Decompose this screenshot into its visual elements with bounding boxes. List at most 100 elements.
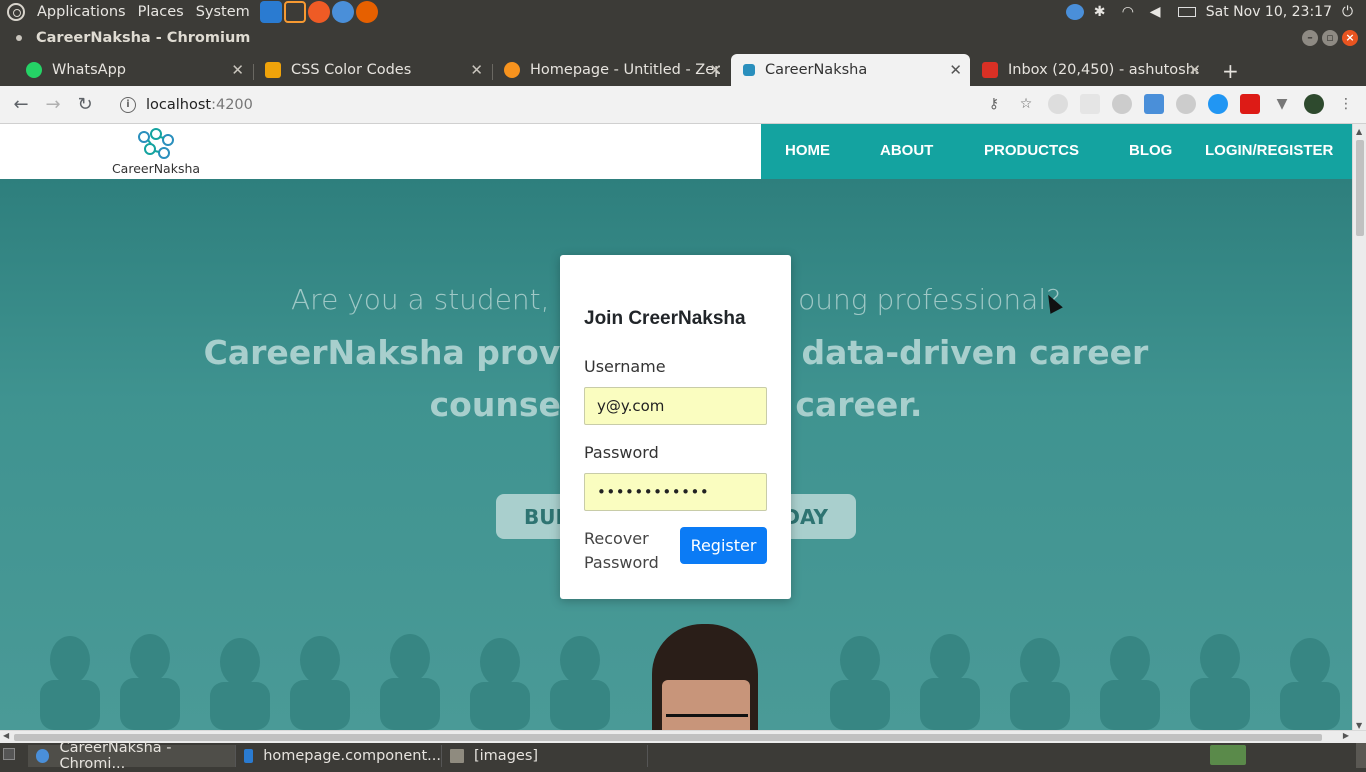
extension-globe-icon[interactable] [1112,94,1132,114]
vertical-scrollbar[interactable]: ▲ ▼ [1352,124,1366,730]
logo-network-icon [138,128,174,159]
toolbar-actions: ⚷ ☆ ▼ ⋮ [984,94,1356,114]
bluetooth-icon[interactable]: ✱ [1094,4,1112,20]
vscode-launcher-icon[interactable] [259,1,282,23]
register-button[interactable]: Register [680,527,767,564]
register-modal: Join CreerNaksha Username Password Recov… [560,255,791,599]
folder-task-icon [450,749,464,763]
recover-password-link[interactable]: Recover Password [584,527,674,575]
vertical-scroll-thumb[interactable] [1356,140,1364,236]
menu-applications[interactable]: Applications [31,4,132,20]
bookmark-star-icon[interactable]: ☆ [1016,94,1036,114]
password-input[interactable] [584,473,767,511]
taskbar-item-vscode[interactable]: homepage.component... [236,745,442,767]
chrome-menu-icon[interactable]: ⋮ [1336,94,1356,114]
tab-close-icon[interactable]: ✕ [709,61,722,79]
extension-react-icon[interactable] [1208,94,1228,114]
password-label: Password [584,443,659,462]
system-tray: ✱ ◠ ◀ Sat Nov 10, 23:17 ⏻ [1065,4,1366,20]
scroll-left-arrow-icon[interactable]: ◀ [3,731,9,740]
show-desktop-icon[interactable] [3,748,15,760]
taskbar-item-label: CareerNaksha - Chromi... [59,740,172,772]
extension-vue-icon[interactable]: ▼ [1272,94,1292,114]
tab-zeplin[interactable]: Homepage - Untitled - Zep ✕ [492,54,730,86]
maximize-button[interactable]: ▫ [1322,30,1338,46]
tab-label: Homepage - Untitled - Zep [530,62,720,78]
site-info-icon[interactable]: i [120,97,136,113]
tab-close-icon[interactable]: ✕ [1188,61,1201,79]
scroll-down-arrow-icon[interactable]: ▼ [1356,721,1362,730]
person-photo-glasses [666,714,748,726]
nav-blog[interactable]: BLOG [1129,142,1172,159]
nav-products[interactable]: PRODUCTCS [984,142,1079,159]
firefox-launcher-icon[interactable] [355,1,378,23]
tab-label: WhatsApp [52,62,126,78]
wifi-icon[interactable]: ◠ [1122,4,1140,20]
username-label: Username [584,357,666,376]
taskbar-item-images-folder[interactable]: [images] [442,745,648,767]
tab-close-icon[interactable]: ✕ [470,61,483,79]
address-bar[interactable]: i localhost:4200 [112,92,253,118]
extension-translate-icon[interactable] [1144,94,1164,114]
username-input[interactable] [584,387,767,425]
window-controls: – ▫ × [1302,30,1358,46]
new-tab-button[interactable]: + [1222,59,1239,83]
tab-css-color-codes[interactable]: CSS Color Codes ✕ [253,54,491,86]
window-menu-icon[interactable] [16,35,22,41]
site-logo[interactable]: CareerNaksha [104,128,208,176]
css-favicon-icon [265,62,281,78]
extension-angular-icon[interactable] [1240,94,1260,114]
back-button[interactable]: ← [10,94,32,116]
postman-launcher-icon[interactable] [307,1,330,23]
clock[interactable]: Sat Nov 10, 23:17 [1206,4,1332,20]
chromium-task-icon [36,749,50,763]
page-viewport: CareerNaksha HOME ABOUT PRODUCTCS BLOG L… [0,124,1352,730]
extension-ublock-icon[interactable] [1048,94,1068,114]
url-host: localhost [146,97,212,113]
nav-home[interactable]: HOME [785,142,830,159]
tab-careernaksha[interactable]: CareerNaksha ✕ [731,54,970,86]
profile-avatar[interactable] [1304,94,1324,114]
url-port: :4200 [211,97,253,113]
tab-close-icon[interactable]: ✕ [949,61,962,79]
reload-button[interactable]: ↻ [74,94,96,116]
os-taskbar: CareerNaksha - Chromi... homepage.compon… [0,740,1366,772]
os-top-panel: Applications Places System ✱ ◠ ◀ Sat Nov… [0,0,1366,24]
site-navbar: HOME ABOUT PRODUCTCS BLOG LOGIN/REGISTER [761,124,1352,179]
workspace-switcher[interactable] [1210,745,1246,765]
chromium-tray-icon[interactable] [1065,4,1084,20]
extension-grid-icon[interactable] [1080,94,1100,114]
power-icon[interactable]: ⏻ [1342,4,1360,20]
trash-applet[interactable] [1356,743,1366,768]
scroll-right-arrow-icon[interactable]: ▶ [1343,731,1349,740]
battery-icon[interactable] [1177,7,1196,17]
os-menu: Applications Places System [0,3,256,21]
tab-gmail-inbox[interactable]: Inbox (20,450) - ashutoshs ✕ [970,54,1209,86]
forward-button[interactable]: → [42,94,64,116]
taskbar-item-chromium[interactable]: CareerNaksha - Chromi... [28,740,236,772]
ubuntu-logo-icon[interactable] [7,3,25,21]
minimize-button[interactable]: – [1302,30,1318,46]
close-window-button[interactable]: × [1342,30,1358,46]
chromium-launcher-icon[interactable] [331,1,354,23]
tab-label: CSS Color Codes [291,62,412,78]
nav-login-register[interactable]: LOGIN/REGISTER [1205,142,1333,159]
key-icon[interactable]: ⚷ [984,94,1004,114]
scroll-up-arrow-icon[interactable]: ▲ [1356,127,1362,136]
sublime-launcher-icon[interactable] [283,1,306,23]
cta-text-left: BUI [524,504,563,529]
extension-augury-icon[interactable] [1176,94,1196,114]
nav-about[interactable]: ABOUT [880,142,933,159]
modal-title: Join CreerNaksha [584,308,746,329]
window-title: CareerNaksha - Chromium [36,30,251,46]
menu-system[interactable]: System [190,4,256,20]
whatsapp-favicon-icon [26,62,42,78]
taskbar-item-label: [images] [474,748,539,764]
volume-icon[interactable]: ◀ [1150,4,1168,20]
tab-whatsapp[interactable]: WhatsApp ✕ [14,54,252,86]
tab-close-icon[interactable]: ✕ [231,61,244,79]
zeplin-favicon-icon [504,62,520,78]
vscode-task-icon [244,749,254,763]
launcher-icons [259,1,378,23]
menu-places[interactable]: Places [132,4,190,20]
